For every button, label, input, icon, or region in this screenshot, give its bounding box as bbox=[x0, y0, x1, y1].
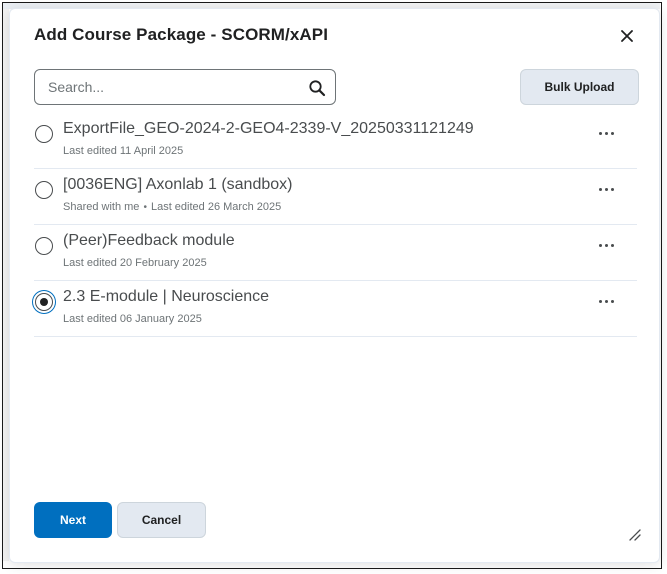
package-name: [0036ENG] Axonlab 1 (sandbox) bbox=[63, 176, 293, 193]
add-course-package-dialog: Add Course Package - SCORM/xAPI Bulk Upl… bbox=[9, 8, 660, 563]
dialog-title: Add Course Package - SCORM/xAPI bbox=[34, 25, 329, 44]
package-meta: Last edited 11 April 2025 bbox=[63, 145, 183, 157]
more-dots-icon bbox=[598, 187, 602, 191]
search-input[interactable] bbox=[36, 71, 308, 103]
package-name: ExportFile_GEO-2024-2-GEO4-2339-V_202503… bbox=[63, 120, 474, 137]
package-radio[interactable] bbox=[35, 237, 53, 255]
search-button[interactable] bbox=[305, 76, 329, 100]
bulk-upload-button[interactable]: Bulk Upload bbox=[520, 69, 639, 105]
search-icon bbox=[309, 80, 326, 97]
package-radio[interactable] bbox=[35, 125, 53, 143]
cancel-button[interactable]: Cancel bbox=[117, 502, 206, 538]
package-meta: Last edited 20 February 2025 bbox=[63, 257, 207, 269]
separator-dot-icon: • bbox=[143, 202, 147, 213]
list-item: ExportFile_GEO-2024-2-GEO4-2339-V_202503… bbox=[34, 113, 637, 169]
package-meta: Shared with me • Last edited 26 March 2025 bbox=[63, 201, 281, 213]
next-button[interactable]: Next bbox=[34, 502, 112, 538]
list-item: (Peer)Feedback module Last edited 20 Feb… bbox=[34, 225, 637, 281]
package-name: 2.3 E-module | Neuroscience bbox=[63, 288, 270, 305]
last-edited: Last edited 26 March 2025 bbox=[150, 201, 282, 213]
search-field bbox=[34, 69, 336, 105]
more-dots-icon bbox=[598, 299, 602, 303]
close-icon bbox=[621, 30, 633, 42]
more-dots-icon bbox=[598, 243, 602, 247]
more-options-button[interactable] bbox=[594, 235, 618, 255]
package-name: (Peer)Feedback module bbox=[63, 232, 235, 249]
resize-handle-icon[interactable] bbox=[627, 527, 641, 541]
last-edited: Last edited 20 February 2025 bbox=[63, 257, 207, 269]
more-options-button[interactable] bbox=[594, 291, 618, 311]
last-edited: Last edited 11 April 2025 bbox=[63, 145, 184, 157]
last-edited: Last edited 06 January 2025 bbox=[63, 313, 202, 325]
more-options-button[interactable] bbox=[594, 123, 618, 143]
more-dots-icon bbox=[598, 131, 602, 135]
package-meta: Last edited 06 January 2025 bbox=[63, 313, 202, 325]
list-item: 2.3 E-module | Neuroscience Last edited … bbox=[34, 281, 637, 337]
more-options-button[interactable] bbox=[594, 179, 618, 199]
package-radio[interactable] bbox=[35, 181, 53, 199]
shared-with-me-label: Shared with me bbox=[63, 201, 140, 213]
list-item: [0036ENG] Axonlab 1 (sandbox) Shared wit… bbox=[34, 169, 637, 225]
package-radio-selected[interactable] bbox=[35, 293, 53, 311]
close-button[interactable] bbox=[616, 25, 638, 47]
package-list: ExportFile_GEO-2024-2-GEO4-2339-V_202503… bbox=[34, 113, 637, 337]
